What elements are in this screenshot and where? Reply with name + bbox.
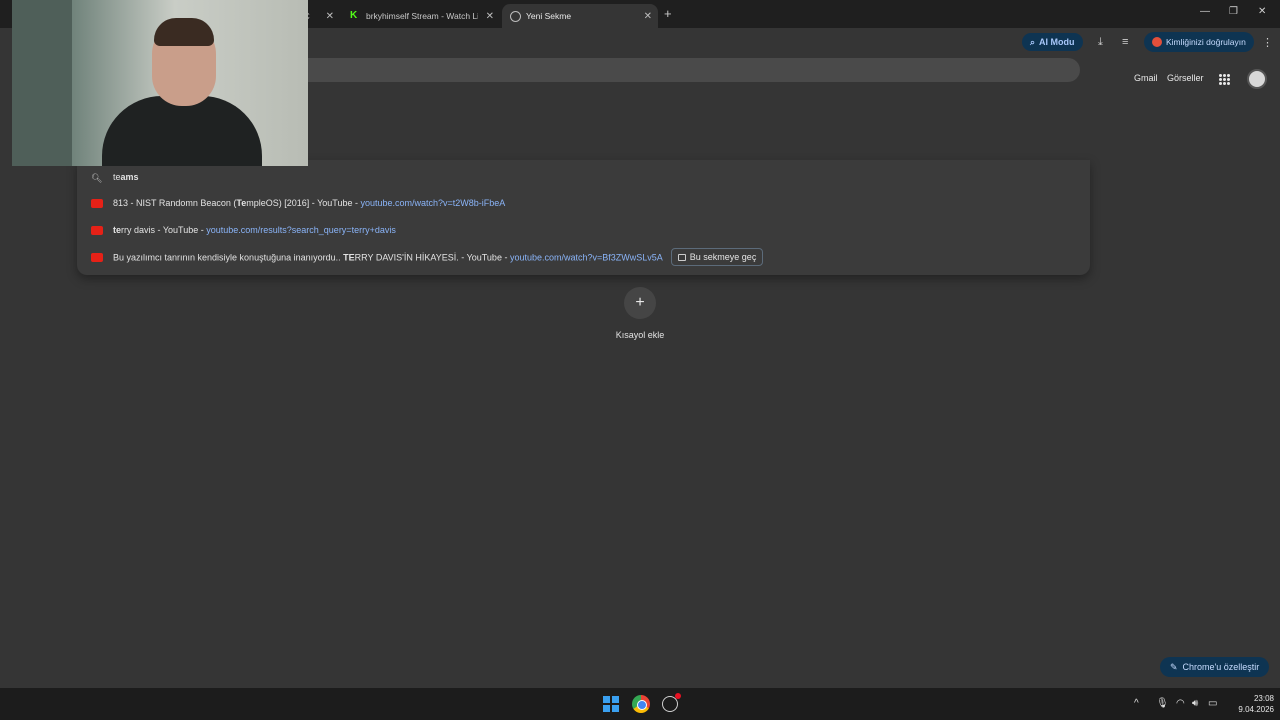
menu-kebab-icon[interactable]: ⋮ xyxy=(1262,36,1273,49)
close-tab-icon[interactable]: ✕ xyxy=(644,11,652,22)
query-typed: te xyxy=(113,172,121,182)
media-control-icon[interactable]: ≡ xyxy=(1122,36,1128,48)
webcam-background-door xyxy=(12,0,72,166)
youtube-icon xyxy=(91,225,103,235)
suggestion-query-text: teams xyxy=(113,172,139,182)
suggestion-title-match: te xyxy=(113,225,122,235)
suggestion-title-match: TE xyxy=(343,252,355,263)
taskbar-clock[interactable]: 23:08 9.04.2026 xyxy=(1228,693,1274,715)
battery-icon[interactable]: ▭ xyxy=(1208,698,1217,709)
suggestion-row[interactable]: terry davis - YouTube - youtube.com/resu… xyxy=(77,217,1090,243)
suggestion-title-match: Te xyxy=(236,198,247,208)
clock-time: 23:08 xyxy=(1253,694,1274,703)
suggestion-title-post: RRY DAVIS'İN HİKAYESİ. - YouTube xyxy=(354,252,502,263)
close-tab-icon[interactable]: ✕ xyxy=(326,11,334,22)
add-shortcut-label: Kısayol ekle xyxy=(615,330,665,340)
suggestion-row[interactable]: Bu yazılımcı tanrının kendisiyle konuştu… xyxy=(77,244,1090,270)
add-shortcut-button[interactable]: + xyxy=(624,287,656,319)
ai-mode-label: AI Modu xyxy=(1039,37,1075,47)
ai-search-icon: ⌕ xyxy=(1030,36,1036,47)
pencil-icon: ✎ xyxy=(1170,661,1178,672)
separator: - xyxy=(501,252,510,263)
ai-mode-button[interactable]: ⌕ AI Modu xyxy=(1022,33,1083,51)
suggestion-url: youtube.com/results?search_query=terry+d… xyxy=(206,225,396,235)
suggestion-url: youtube.com/watch?v=t2W8b-iFbeA xyxy=(360,198,506,208)
images-link[interactable]: Görseller xyxy=(1167,73,1204,83)
youtube-icon xyxy=(91,198,103,208)
chrome-taskbar-icon[interactable] xyxy=(632,695,650,713)
obs-taskbar-icon[interactable] xyxy=(662,693,681,712)
tab-title: brkyhimself Stream - Watch Live xyxy=(366,11,478,21)
globe-icon xyxy=(510,10,521,22)
windows-taskbar: ^ 🎙︎ ◠ 🔊︎ ▭ 23:08 9.04.2026 xyxy=(0,688,1280,720)
search-icon: 🔍︎ xyxy=(91,172,103,183)
account-avatar[interactable] xyxy=(1247,69,1267,89)
close-tab-icon[interactable]: ✕ xyxy=(486,11,494,22)
omnibox-suggestions: 🔍︎ teams 813 - NIST Randomn Beacon (Temp… xyxy=(77,160,1090,275)
suggestion-title-pre: Bu yazılımcı tanrının kendisiyle konuştu… xyxy=(113,252,344,263)
webcam-overlay xyxy=(12,0,308,166)
suggestion-title-post: rry davis - YouTube xyxy=(121,225,199,235)
download-icon[interactable]: ⤓ xyxy=(1098,36,1103,49)
suggestion-title-post: mpleOS) [2016] - YouTube xyxy=(246,198,353,208)
microphone-icon[interactable]: 🎙︎ xyxy=(1156,698,1169,709)
profile-alert-icon xyxy=(1152,37,1162,47)
google-apps-icon[interactable] xyxy=(1219,74,1230,85)
query-completion: ams xyxy=(120,172,139,182)
tab-switch-icon xyxy=(677,253,686,261)
tab-new-tab[interactable]: Yeni Sekme ✕ xyxy=(502,4,658,28)
clock-date: 9.04.2026 xyxy=(1238,705,1274,714)
close-window-icon[interactable]: ✕ xyxy=(1258,6,1266,17)
tab-title: Yeni Sekme xyxy=(526,11,572,21)
kick-logo-icon: K xyxy=(350,10,358,21)
new-tab-plus-icon[interactable]: + xyxy=(664,6,672,21)
customize-chrome-label: Chrome'u özelleştir xyxy=(1182,662,1260,672)
youtube-icon xyxy=(91,252,103,262)
tray-chevron-up-icon[interactable]: ^ xyxy=(1134,698,1139,709)
switch-to-tab-label: Bu sekmeye geç xyxy=(689,252,757,262)
verify-identity-button[interactable]: Kimliğinizi doğrulayın xyxy=(1144,32,1254,52)
suggestion-text: 813 - NIST Randomn Beacon (TempleOS) [20… xyxy=(113,198,505,208)
switch-to-tab-button[interactable]: Bu sekmeye geç xyxy=(670,248,764,266)
windows-start-icon[interactable] xyxy=(603,696,619,712)
suggestion-search-query[interactable]: 🔍︎ teams xyxy=(77,164,1090,190)
suggestion-text: Bu yazılımcı tanrının kendisiyle konuştu… xyxy=(113,248,764,266)
suggestion-url: youtube.com/watch?v=Bf3ZWwSLv5A xyxy=(509,252,663,263)
wifi-icon[interactable]: ◠ xyxy=(1176,698,1185,709)
restore-icon[interactable]: ❐ xyxy=(1229,6,1238,17)
webcam-person-body xyxy=(102,96,262,166)
minimize-icon[interactable]: — xyxy=(1200,6,1210,17)
suggestion-text: terry davis - YouTube - youtube.com/resu… xyxy=(113,225,396,235)
suggestion-title-pre: 813 - NIST Randomn Beacon ( xyxy=(113,198,237,208)
customize-chrome-button[interactable]: ✎ Chrome'u özelleştir xyxy=(1160,657,1270,677)
gmail-link[interactable]: Gmail xyxy=(1134,73,1158,83)
verify-identity-label: Kimliğinizi doğrulayın xyxy=(1166,37,1246,47)
suggestion-row[interactable]: 813 - NIST Randomn Beacon (TempleOS) [20… xyxy=(77,190,1090,216)
tab-kick-stream[interactable]: K brkyhimself Stream - Watch Live ✕ xyxy=(342,4,500,28)
volume-icon[interactable]: 🔊︎ xyxy=(1192,698,1198,709)
webcam-person-hair xyxy=(154,18,214,46)
